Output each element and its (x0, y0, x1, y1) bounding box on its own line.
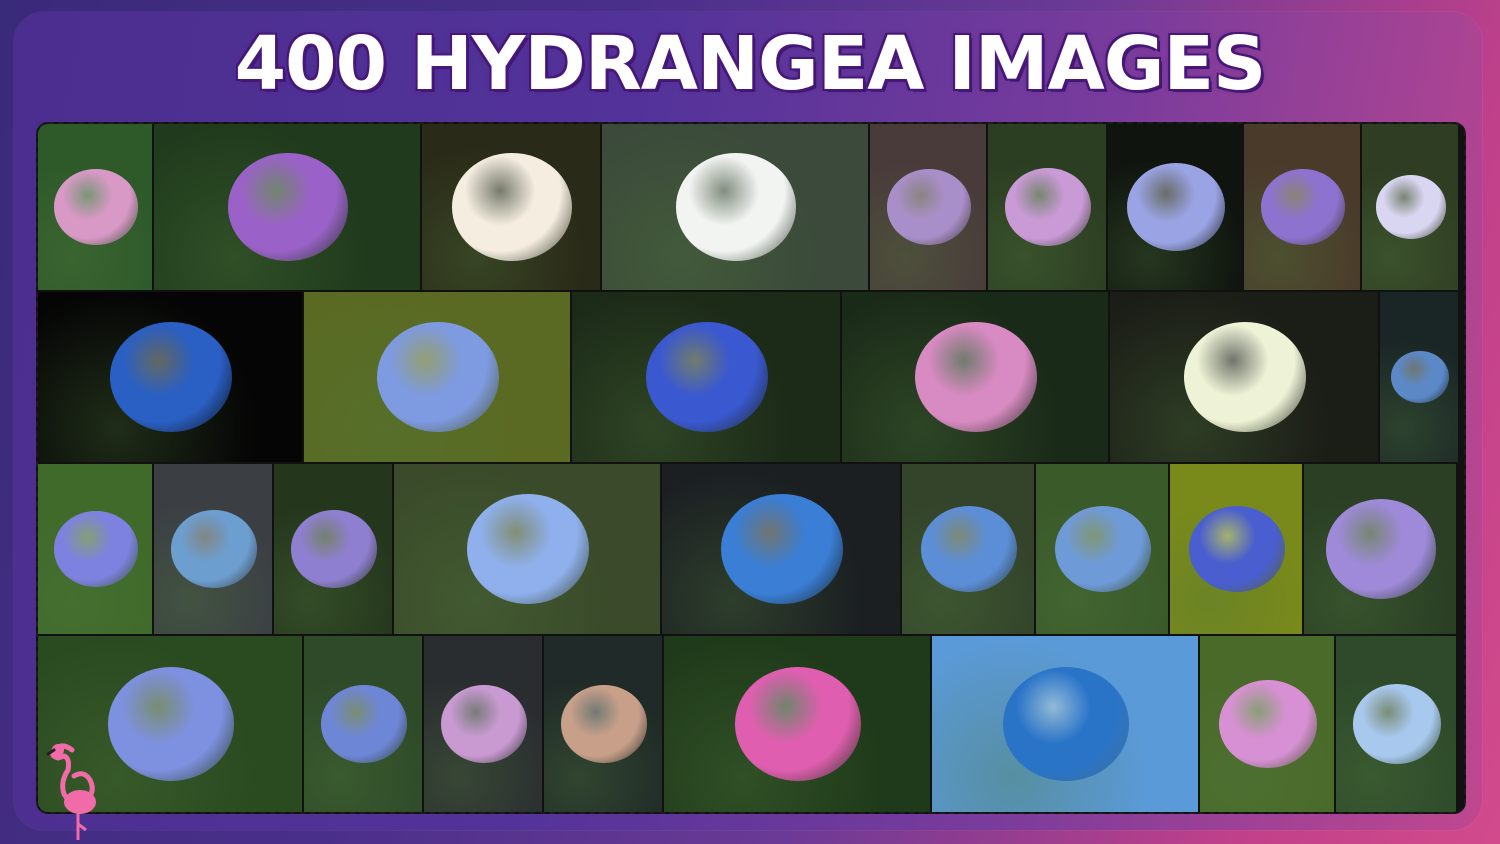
image-collage (36, 122, 1466, 814)
hydrangea-photo (1362, 124, 1458, 290)
hydrangea-bloom (54, 169, 138, 245)
hydrangea-photo (1108, 124, 1242, 290)
page-title: 400 HYDRANGEA IMAGES (234, 21, 1267, 107)
hydrangea-photo (988, 124, 1106, 290)
hydrangea-photo (932, 636, 1198, 812)
hydrangea-bloom (734, 666, 862, 782)
hydrangea-bloom (914, 321, 1038, 433)
hydrangea-bloom (320, 685, 408, 763)
hydrangea-bloom (107, 666, 235, 782)
hydrangea-bloom (290, 510, 378, 588)
hydrangea-photo (1110, 292, 1378, 462)
hydrangea-bloom (1219, 679, 1317, 769)
hydrangea-photo (422, 124, 600, 290)
hydrangea-photo (154, 124, 420, 290)
hydrangea-bloom (1391, 351, 1449, 403)
hydrangea-bloom (170, 510, 258, 588)
hydrangea-bloom (920, 505, 1018, 593)
hydrangea-bloom (1188, 505, 1286, 593)
hydrangea-bloom (560, 685, 648, 763)
hydrangea-bloom (1183, 321, 1307, 433)
hydrangea-photo (1170, 464, 1302, 634)
hydrangea-bloom (228, 153, 348, 261)
hydrangea-photo (38, 124, 152, 290)
hydrangea-photo (572, 292, 840, 462)
hydrangea-bloom (1260, 168, 1346, 246)
hydrangea-photo (274, 464, 392, 634)
hydrangea-photo (870, 124, 986, 290)
hydrangea-photo (1336, 636, 1456, 812)
hydrangea-bloom (1353, 684, 1441, 764)
hydrangea-photo (304, 292, 570, 462)
hydrangea-bloom (452, 153, 572, 261)
hydrangea-bloom (466, 493, 590, 605)
hydrangea-photo (304, 636, 422, 812)
hydrangea-bloom (886, 168, 972, 246)
hydrangea-bloom (1004, 168, 1092, 246)
hydrangea-photo (424, 636, 542, 812)
hydrangea-photo (38, 464, 152, 634)
hydrangea-photo (662, 464, 900, 634)
hydrangea-photo (664, 636, 930, 812)
hydrangea-photo (154, 464, 272, 634)
hydrangea-photo (544, 636, 662, 812)
hydrangea-bloom (720, 493, 844, 605)
hydrangea-photo (1380, 292, 1458, 462)
hydrangea-bloom (1002, 666, 1130, 782)
hydrangea-bloom (1325, 499, 1437, 599)
hydrangea-bloom (1054, 505, 1152, 593)
hydrangea-bloom (440, 685, 528, 763)
hydrangea-photo (1244, 124, 1360, 290)
hydrangea-bloom (1127, 162, 1225, 252)
hydrangea-photo (1036, 464, 1168, 634)
hydrangea-bloom (109, 321, 233, 433)
hydrangea-photo (1304, 464, 1456, 634)
hydrangea-photo (1200, 636, 1334, 812)
hydrangea-bloom (1375, 175, 1447, 239)
hydrangea-photo (38, 292, 302, 462)
hydrangea-bloom (54, 511, 138, 587)
hydrangea-bloom (676, 153, 796, 261)
hydrangea-photo (842, 292, 1108, 462)
hydrangea-photo (902, 464, 1034, 634)
flamingo-logo-icon (46, 743, 96, 840)
hydrangea-bloom (376, 321, 500, 433)
hydrangea-photo (394, 464, 660, 634)
hydrangea-bloom (645, 321, 769, 433)
hydrangea-photo (602, 124, 868, 290)
